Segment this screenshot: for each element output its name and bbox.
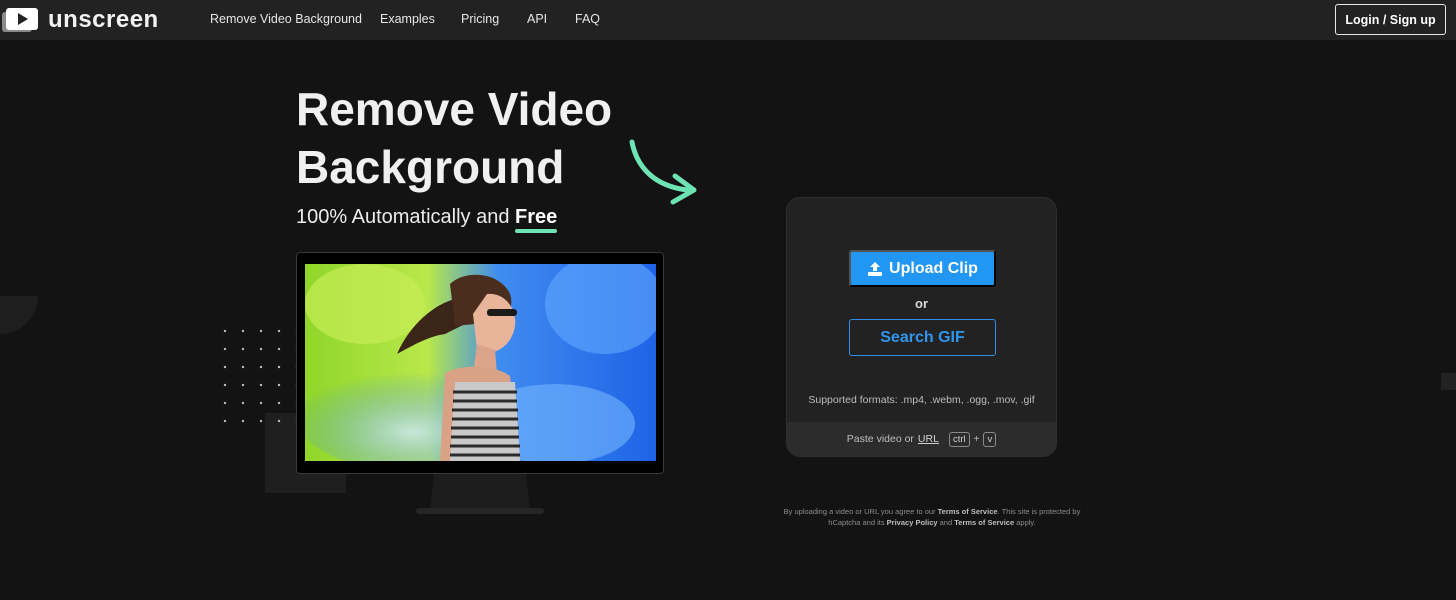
hero-title-line-1: Remove Video [296, 83, 613, 135]
nav-link-pricing[interactable]: Pricing [461, 12, 499, 26]
terms-of-service-link[interactable]: Terms of Service [938, 507, 998, 516]
upload-icon [868, 261, 883, 276]
paste-text: Paste video or [846, 433, 914, 445]
demo-video-frame [305, 264, 656, 461]
paste-bar: Paste video or URL ctrl + v [787, 422, 1056, 456]
nav-link-examples[interactable]: Examples [380, 12, 435, 26]
privacy-policy-link[interactable]: Privacy Policy [887, 518, 938, 527]
search-gif-button[interactable]: Search GIF [849, 319, 996, 356]
decorative-half-circle [0, 296, 38, 334]
brand-name: unscreen [48, 6, 159, 33]
brand-logo[interactable]: unscreen [2, 6, 159, 34]
ctrl-key: ctrl [948, 431, 970, 447]
hero-subtitle-text: 100% Automatically and [296, 206, 510, 228]
hero-subtitle-free: Free [515, 206, 558, 228]
legal-text-4: apply. [1016, 518, 1036, 527]
curved-arrow-icon [629, 139, 697, 205]
top-nav: unscreen Remove Video Background Example… [0, 0, 1456, 40]
login-signup-button[interactable]: Login / Sign up [1335, 4, 1446, 35]
upload-clip-label: Upload Clip [889, 259, 978, 277]
nav-link-api[interactable]: API [527, 12, 547, 26]
monitor-stand [430, 474, 530, 510]
paste-url-link[interactable]: URL [918, 433, 939, 445]
upload-clip-button[interactable]: Upload Clip [849, 250, 996, 287]
legal-text-3: and [939, 518, 953, 527]
nav-link-faq[interactable]: FAQ [575, 12, 600, 26]
decorative-dot-grid [216, 322, 306, 436]
decorative-edge-block [1441, 373, 1456, 390]
monitor-stand-base [416, 508, 544, 514]
plus-sign: + [973, 433, 980, 445]
terms-of-service-link-2[interactable]: Terms of Service [954, 518, 1014, 527]
legal-text-1: By uploading a video or URL you agree to… [783, 507, 936, 516]
v-key: v [983, 431, 997, 447]
or-separator: or [915, 296, 928, 311]
supported-formats-text: Supported formats: .mp4, .webm, .ogg, .m… [808, 394, 1035, 406]
legal-notice: By uploading a video or URL you agree to… [776, 506, 1088, 528]
upload-card: Upload Clip or Search GIF Supported form… [786, 197, 1057, 457]
monitor-preview [296, 252, 664, 474]
demo-video-image [305, 264, 656, 461]
play-logo-icon [2, 6, 40, 34]
nav-link-remove-video-background[interactable]: Remove Video Background [210, 12, 362, 26]
hero-subtitle: 100% Automatically and Free [296, 206, 557, 229]
